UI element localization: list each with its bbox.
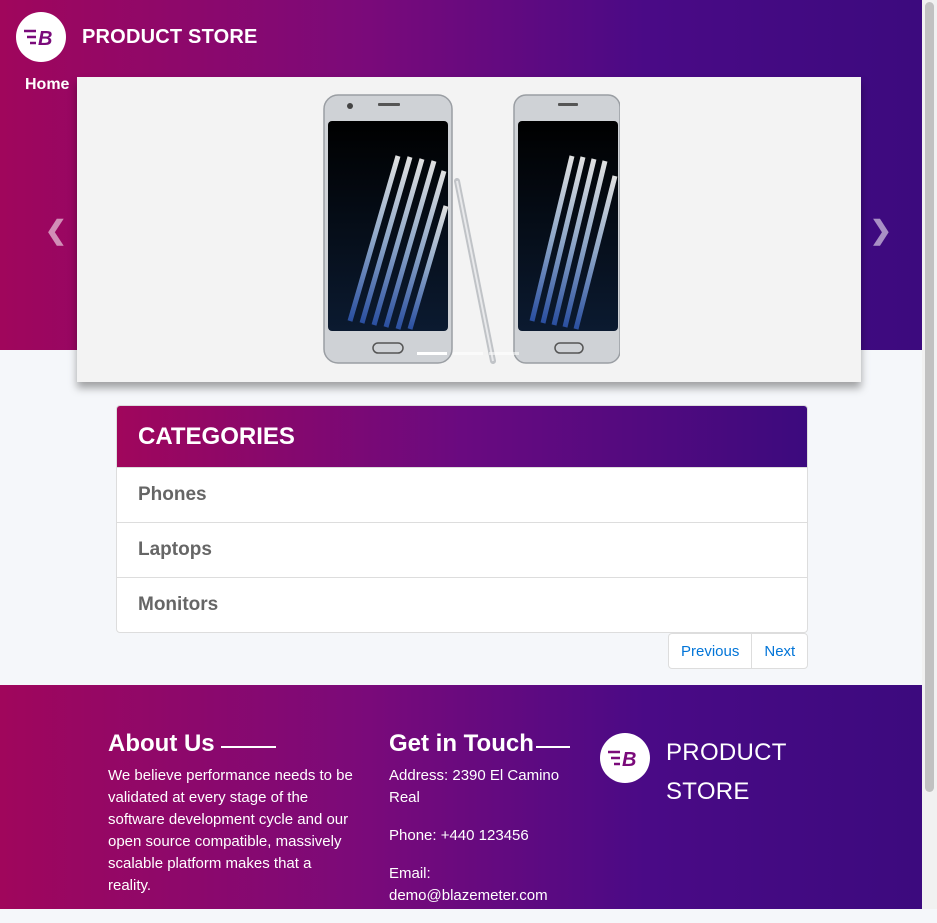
contact-phone: Phone: +440 123456 bbox=[389, 827, 529, 844]
get-in-touch-title: Get in Touch bbox=[389, 730, 570, 757]
brand-link[interactable]: B PRODUCT STORE bbox=[16, 12, 258, 62]
svg-text:B: B bbox=[38, 28, 52, 49]
contact-info: Address: 2390 El Camino Real Phone: +440… bbox=[389, 765, 564, 923]
categories-title: CATEGORIES bbox=[117, 406, 807, 467]
carousel-next-button[interactable]: ❯ bbox=[870, 215, 892, 246]
footer-brand: B PRODUCT STORE bbox=[600, 733, 800, 811]
brand-name: PRODUCT STORE bbox=[82, 25, 258, 48]
previous-button[interactable]: Previous bbox=[669, 634, 751, 668]
about-us-text: We believe performance needs to be valid… bbox=[108, 767, 353, 894]
next-button[interactable]: Next bbox=[751, 634, 807, 668]
contact-email: Email: demo@blazemeter.com bbox=[389, 865, 548, 904]
carousel-indicator[interactable] bbox=[453, 352, 483, 355]
chevron-right-icon: ❯ bbox=[870, 215, 892, 245]
footer: About Us We believe performance needs to… bbox=[0, 685, 922, 909]
nav-home-link[interactable]: Home bbox=[25, 76, 69, 94]
logo-icon: B bbox=[600, 733, 650, 783]
carousel-prev-button[interactable]: ❮ bbox=[45, 215, 67, 246]
category-laptops[interactable]: Laptops bbox=[117, 522, 807, 577]
product-carousel[interactable] bbox=[77, 77, 861, 382]
about-us-title: About Us bbox=[108, 730, 276, 757]
logo-icon: B bbox=[16, 12, 66, 62]
carousel-indicators bbox=[417, 352, 519, 355]
scrollbar-thumb[interactable] bbox=[925, 2, 934, 792]
pagination: Previous Next bbox=[668, 633, 809, 669]
page-scrollbar[interactable] bbox=[922, 0, 937, 909]
svg-text:B: B bbox=[622, 749, 636, 770]
chevron-left-icon: ❮ bbox=[45, 215, 67, 245]
carousel-indicator[interactable] bbox=[417, 352, 447, 355]
carousel-indicator[interactable] bbox=[489, 352, 519, 355]
category-monitors[interactable]: Monitors bbox=[117, 577, 807, 632]
categories-list: CATEGORIES Phones Laptops Monitors bbox=[116, 405, 808, 633]
carousel-phone-image bbox=[323, 94, 620, 364]
contact-address: Address: 2390 El Camino Real bbox=[389, 767, 560, 806]
category-phones[interactable]: Phones bbox=[117, 467, 807, 522]
